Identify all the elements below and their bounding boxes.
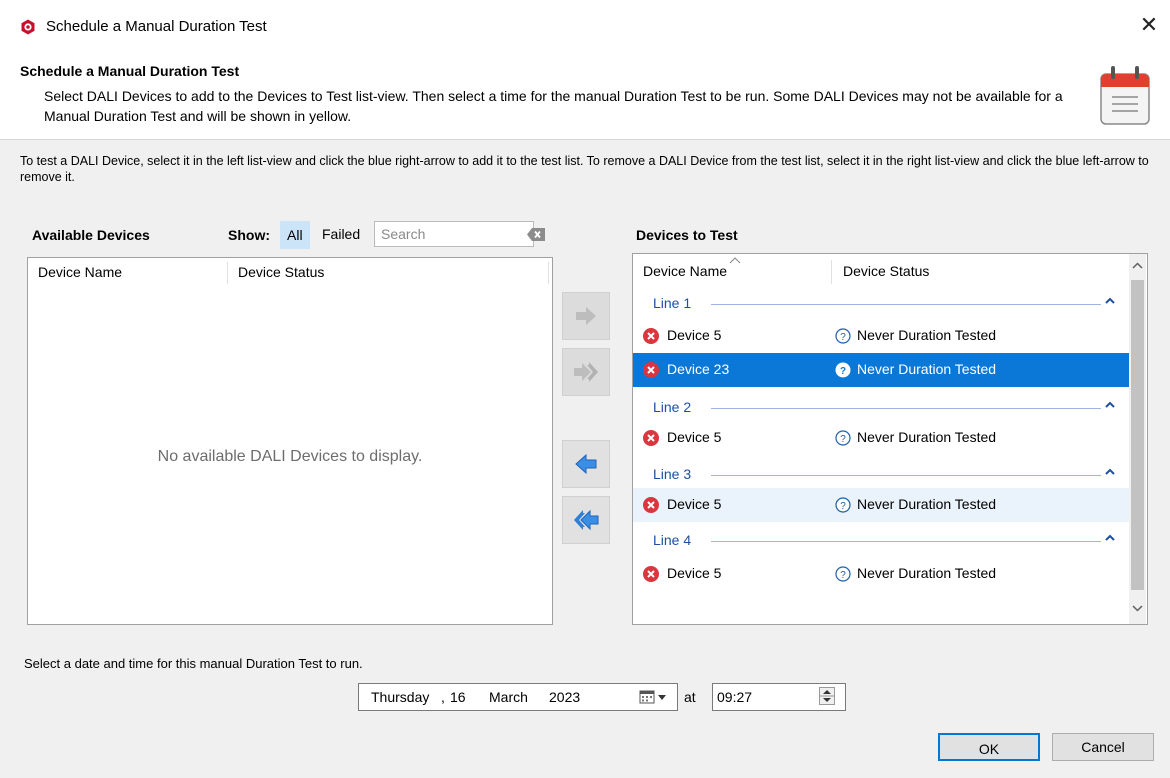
time-field[interactable]: 09:27	[712, 683, 846, 711]
time-spinner-icon[interactable]	[819, 687, 835, 705]
schedule-label: Select a date and time for this manual D…	[24, 656, 363, 671]
group-header-line-2[interactable]: Line 2	[633, 392, 1129, 424]
date-year[interactable]: 2023	[549, 689, 580, 705]
device-row-selected[interactable]: Device 23 ? Never Duration Tested	[633, 353, 1129, 387]
group-label: Line 3	[653, 466, 692, 482]
date-separator: ,	[441, 689, 445, 705]
header-title: Schedule a Manual Duration Test	[20, 63, 240, 79]
svg-text:?: ?	[840, 434, 846, 445]
group-divider	[711, 475, 1101, 476]
group-header-line-1[interactable]: Line 1	[633, 288, 1129, 320]
device-status: Never Duration Tested	[857, 361, 997, 377]
instructions-text: To test a DALI Device, select it in the …	[20, 154, 1149, 184]
time-value[interactable]: 09:27	[717, 689, 752, 705]
filter-failed-button[interactable]: Failed	[316, 221, 366, 247]
svg-text:?: ?	[840, 501, 846, 512]
column-header-device-name[interactable]: Device Name	[38, 258, 122, 286]
column-header-device-status[interactable]: Device Status	[843, 256, 929, 286]
remove-device-button[interactable]	[562, 440, 610, 488]
device-row-hover[interactable]: Device 5 ? Never Duration Tested	[633, 488, 1129, 522]
column-header-device-name[interactable]: Device Name	[643, 256, 727, 286]
device-name: Device 5	[667, 496, 722, 512]
device-status: Never Duration Tested	[857, 327, 997, 343]
error-icon	[643, 566, 659, 582]
question-icon: ?	[835, 497, 851, 513]
window-title: Schedule a Manual Duration Test	[46, 18, 267, 35]
devices-to-test-title: Devices to Test	[636, 227, 738, 243]
add-device-button[interactable]	[562, 292, 610, 340]
scroll-up-icon[interactable]	[1132, 262, 1143, 270]
question-icon: ?	[835, 566, 851, 582]
date-day[interactable]: 16	[450, 689, 466, 705]
error-icon	[643, 430, 659, 446]
group-divider	[711, 304, 1101, 305]
device-row[interactable]: Device 5 ? Never Duration Tested	[633, 557, 1129, 591]
group-divider	[711, 408, 1101, 409]
svg-text:?: ?	[840, 366, 846, 377]
group-divider	[711, 541, 1101, 542]
group-label: Line 4	[653, 532, 692, 548]
left-arrow-icon	[575, 454, 597, 474]
group-label: Line 2	[653, 399, 692, 415]
calendar-dropdown-icon[interactable]	[639, 690, 669, 704]
collapse-chevron-icon[interactable]	[1105, 533, 1115, 543]
scrollbar-thumb[interactable]	[1131, 280, 1144, 590]
cancel-button[interactable]: Cancel	[1052, 733, 1154, 761]
svg-text:?: ?	[840, 332, 846, 343]
device-name: Device 5	[667, 565, 722, 581]
close-button[interactable]: ✕	[1138, 14, 1160, 38]
collapse-chevron-icon[interactable]	[1105, 467, 1115, 477]
add-all-devices-button[interactable]	[562, 348, 610, 396]
collapse-chevron-icon[interactable]	[1105, 296, 1115, 306]
svg-text:?: ?	[840, 570, 846, 581]
device-row[interactable]: Device 5 ? Never Duration Tested	[633, 319, 1129, 353]
group-header-line-4[interactable]: Line 4	[633, 525, 1129, 557]
column-divider	[831, 260, 832, 284]
device-name: Device 23	[667, 361, 730, 377]
column-header-device-status[interactable]: Device Status	[238, 258, 324, 286]
date-picker[interactable]: Thursday , 16 March 2023	[358, 683, 678, 711]
error-icon	[643, 328, 659, 344]
vertical-scrollbar[interactable]	[1129, 254, 1146, 624]
device-status: Never Duration Tested	[857, 429, 997, 445]
scroll-down-icon[interactable]	[1132, 604, 1143, 612]
question-icon: ?	[835, 328, 851, 344]
available-devices-title: Available Devices	[32, 227, 150, 243]
group-label: Line 1	[653, 295, 692, 311]
device-name: Device 5	[667, 327, 722, 343]
device-status: Never Duration Tested	[857, 496, 997, 512]
filter-all-button[interactable]: All	[280, 221, 310, 249]
double-left-arrow-icon	[574, 510, 599, 530]
double-right-arrow-icon	[574, 362, 598, 382]
search-input[interactable]	[374, 221, 534, 247]
show-label: Show:	[228, 227, 270, 243]
device-name: Device 5	[667, 429, 722, 445]
collapse-chevron-icon[interactable]	[1105, 400, 1115, 410]
sort-ascending-icon	[729, 257, 741, 264]
empty-list-message: No available DALI Devices to display.	[157, 448, 423, 465]
available-devices-list[interactable]: Device Name Device Status No available D…	[27, 257, 553, 625]
column-divider	[227, 262, 228, 284]
column-divider	[548, 262, 549, 284]
right-arrow-icon	[576, 307, 596, 325]
clear-search-icon[interactable]	[527, 228, 545, 241]
date-month[interactable]: March	[489, 689, 528, 705]
question-icon: ?	[835, 362, 851, 378]
at-label: at	[684, 689, 696, 705]
device-row[interactable]: Device 5 ? Never Duration Tested	[633, 421, 1129, 455]
header-description: Select DALI Devices to add to the Device…	[44, 88, 1063, 124]
question-icon: ?	[835, 430, 851, 446]
date-weekday[interactable]: Thursday	[371, 689, 429, 705]
error-icon	[643, 362, 659, 378]
device-status: Never Duration Tested	[857, 565, 997, 581]
calendar-icon	[1100, 66, 1150, 125]
remove-all-devices-button[interactable]	[562, 496, 610, 544]
group-header-line-3[interactable]: Line 3	[633, 459, 1129, 491]
devices-to-test-list[interactable]: Device Name Device Status Line 1 Device …	[632, 253, 1148, 625]
error-icon	[643, 497, 659, 513]
app-icon	[21, 19, 35, 35]
ok-button[interactable]: OK	[938, 733, 1040, 761]
